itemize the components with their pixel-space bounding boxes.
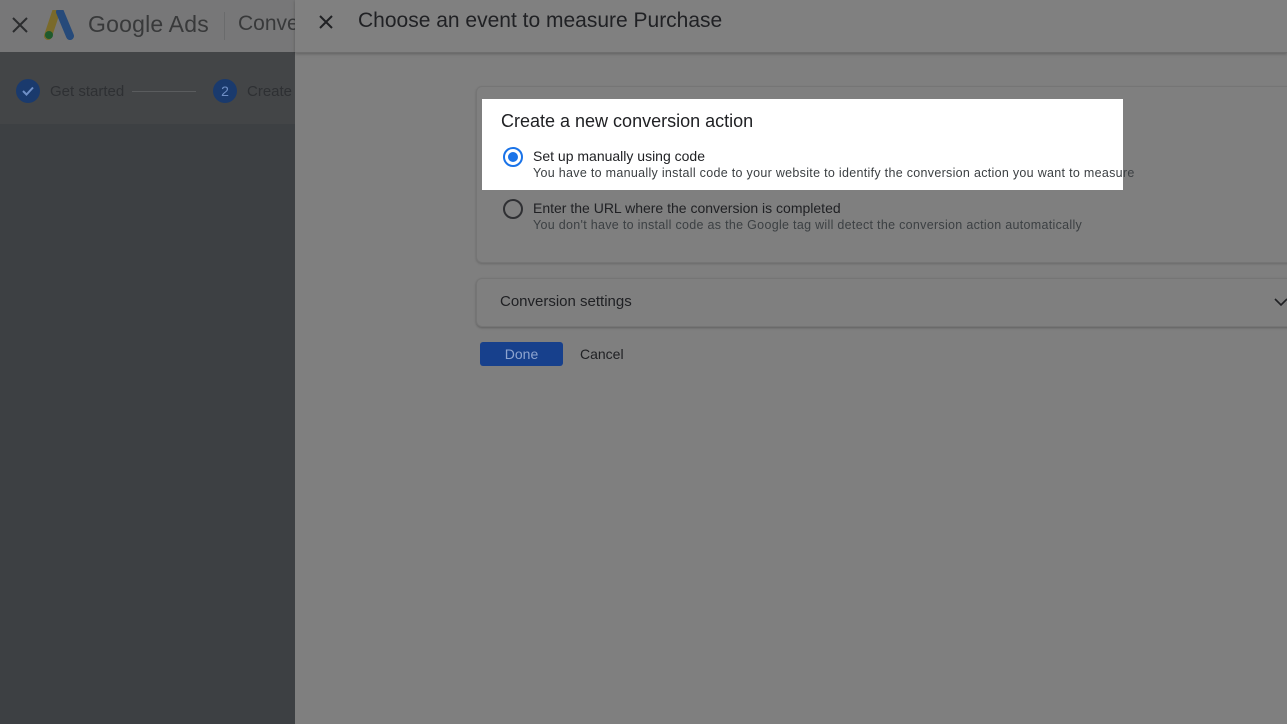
- option-label-url[interactable]: Enter the URL where the conversion is co…: [533, 200, 841, 216]
- done-button[interactable]: Done: [480, 342, 563, 366]
- check-icon: [16, 79, 40, 103]
- side-panel: Choose an event to measure Purchase Crea…: [295, 0, 1287, 724]
- google-ads-logo-icon: [44, 10, 74, 40]
- step-create[interactable]: Create: [247, 83, 292, 100]
- page-title: Conve: [238, 12, 299, 35]
- app-body: [0, 124, 295, 724]
- option-description-manual: You have to manually install code to you…: [533, 166, 1135, 180]
- close-icon[interactable]: [10, 15, 30, 35]
- conversion-settings-label: Conversion settings: [500, 293, 632, 310]
- step-get-started[interactable]: Get started: [50, 83, 124, 100]
- panel-title: Choose an event to measure Purchase: [358, 9, 723, 32]
- header-divider: [224, 12, 225, 40]
- section-title: Create a new conversion action: [501, 111, 754, 131]
- chevron-down-icon: [1274, 298, 1287, 307]
- radio-setup-manually[interactable]: [503, 147, 523, 167]
- step-connector: [132, 91, 196, 92]
- panel-header: Choose an event to measure Purchase: [295, 0, 1287, 53]
- cancel-button[interactable]: Cancel: [580, 346, 624, 362]
- close-panel-button[interactable]: [315, 11, 337, 33]
- close-icon: [319, 15, 333, 29]
- brand-name: Google Ads: [88, 11, 209, 37]
- radio-enter-url[interactable]: [503, 199, 523, 219]
- option-label-manual[interactable]: Set up manually using code: [533, 148, 705, 164]
- step-number-badge: 2: [213, 79, 237, 103]
- option-description-url: You don't have to install code as the Go…: [533, 218, 1083, 232]
